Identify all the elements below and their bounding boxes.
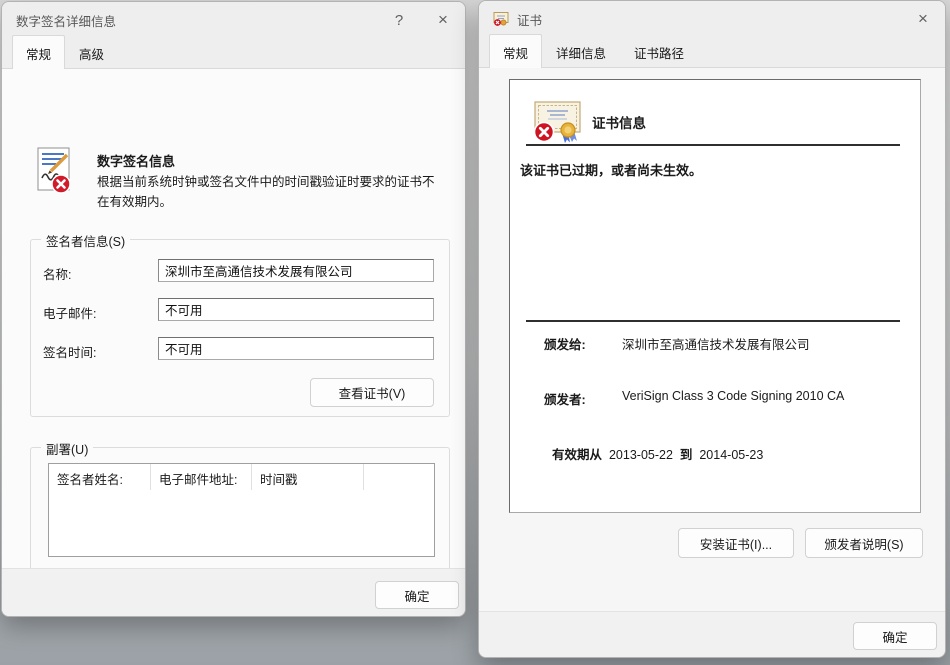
- tab-details[interactable]: 详细信息: [542, 36, 620, 68]
- divider: [526, 144, 900, 146]
- col-signer-name[interactable]: 签名者姓名:: [49, 464, 151, 490]
- valid-from-date: 2013-05-22: [608, 448, 673, 462]
- email-label: 电子邮件:: [43, 307, 97, 321]
- signature-info-heading: 数字签名信息: [97, 154, 176, 169]
- col-timestamp[interactable]: 时间戳: [252, 464, 364, 490]
- countersignatures-table[interactable]: 签名者姓名: 电子邮件地址: 时间戳: [48, 463, 435, 557]
- signer-info-legend: 签名者信息(S): [41, 231, 131, 250]
- issued-by-label: 颁发者:: [544, 393, 586, 407]
- valid-to-label: 到: [679, 448, 693, 462]
- issuer-statement-button[interactable]: 颁发者说明(S): [805, 528, 923, 558]
- issued-to-row: 颁发给: 深圳市至高通信技术发展有限公司: [544, 334, 810, 353]
- name-field[interactable]: [158, 259, 434, 282]
- view-certificate-button[interactable]: 查看证书(V): [310, 378, 434, 407]
- right-footer: 确定: [479, 611, 945, 657]
- install-certificate-button[interactable]: 安装证书(I)...: [678, 528, 794, 558]
- countersignatures-header-row: 签名者姓名: 电子邮件地址: 时间戳: [49, 464, 434, 490]
- tab-general-cert[interactable]: 常规: [489, 34, 543, 68]
- issued-by-value: VeriSign Class 3 Code Signing 2010 CA: [622, 389, 845, 403]
- signing-time-label: 签名时间:: [43, 346, 97, 360]
- name-label: 名称:: [43, 268, 72, 282]
- certificate-info-panel: 证书信息 该证书已过期，或者尚未生效。 颁发给: 深圳市至高通信技术发展有限公司…: [509, 79, 921, 513]
- close-icon[interactable]: ×: [901, 4, 945, 34]
- signing-time-field[interactable]: [158, 337, 434, 360]
- right-ok-button[interactable]: 确定: [853, 622, 937, 650]
- digital-signature-details-dialog: 数字签名详细信息 ? × 常规 高级 数字签名信息 根据当前系统时钟或签名文件中…: [1, 1, 466, 617]
- left-footer: 确定: [2, 568, 465, 616]
- countersignatures-legend: 副署(U): [41, 439, 94, 458]
- left-tabstrip: 常规 高级: [2, 35, 465, 69]
- tab-certification-path[interactable]: 证书路径: [620, 36, 698, 68]
- help-icon[interactable]: ?: [377, 5, 421, 35]
- certificate-dialog: 证书 × 常规 详细信息 证书路径 证书信息 该证书已过期，或者尚未生效。 颁发…: [478, 0, 946, 658]
- signer-info-group: 签名者信息(S) 名称: 电子邮件: 签名时间: 查看证书(V): [30, 231, 450, 417]
- close-icon[interactable]: ×: [421, 5, 465, 35]
- valid-to-date: 2014-05-23: [699, 448, 764, 462]
- left-titlebar: 数字签名详细信息 ? ×: [2, 2, 465, 38]
- left-dialog-title: 数字签名详细信息: [16, 14, 117, 29]
- validity-row: 有效期从 2013-05-22 到 2014-05-23: [552, 444, 763, 463]
- tab-advanced[interactable]: 高级: [65, 37, 118, 69]
- signature-info-description: 根据当前系统时钟或签名文件中的时间戳验证时要求的证书不在有效期内。: [97, 175, 435, 209]
- issued-by-row: 颁发者: VeriSign Class 3 Code Signing 2010 …: [544, 389, 844, 408]
- valid-from-label: 有效期从: [552, 448, 603, 462]
- certificate-info-heading: 证书信息: [592, 116, 646, 131]
- certificate-icon: [533, 101, 581, 143]
- divider: [526, 320, 900, 322]
- right-tabstrip: 常规 详细信息 证书路径: [479, 34, 945, 68]
- right-dialog-title: 证书: [517, 13, 543, 28]
- right-titlebar: 证书 ×: [479, 1, 945, 37]
- issued-to-label: 颁发给:: [544, 338, 586, 352]
- left-ok-button[interactable]: 确定: [375, 581, 459, 609]
- right-tab-page: 证书信息 该证书已过期，或者尚未生效。 颁发给: 深圳市至高通信技术发展有限公司…: [479, 68, 945, 611]
- issued-to-value: 深圳市至高通信技术发展有限公司: [622, 338, 810, 352]
- tab-general[interactable]: 常规: [12, 35, 66, 69]
- email-field[interactable]: [158, 298, 434, 321]
- certificate-small-icon: [493, 12, 509, 26]
- left-tab-page: 数字签名信息 根据当前系统时钟或签名文件中的时间戳验证时要求的证书不在有效期内。…: [2, 69, 465, 616]
- col-email-address[interactable]: 电子邮件地址:: [151, 464, 252, 490]
- digital-signature-icon: [37, 147, 71, 194]
- certificate-status-text: 该证书已过期，或者尚未生效。: [520, 163, 703, 178]
